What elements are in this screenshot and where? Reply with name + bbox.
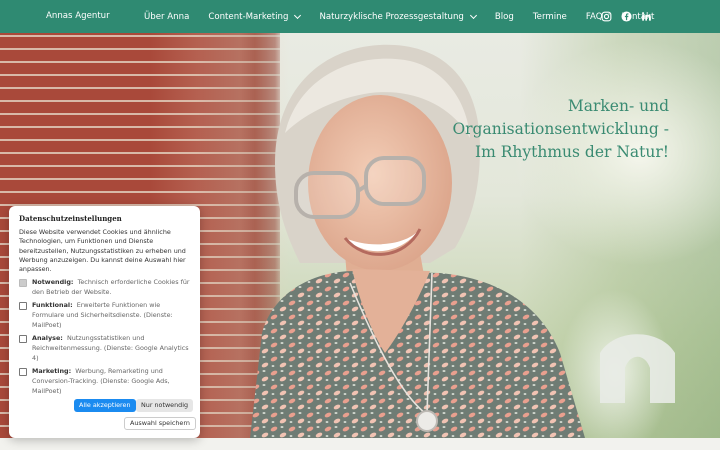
nav-item-blog[interactable]: Blog [495, 12, 514, 22]
save-selection-button[interactable]: Auswahl speichern [124, 417, 196, 430]
brand-link[interactable]: Annas Agentur [46, 0, 110, 33]
option-label: Notwendig: [32, 278, 74, 287]
chevron-down-icon [469, 11, 477, 19]
top-navigation: Annas Agentur Über Anna Content-Marketin… [0, 0, 720, 33]
only-necessary-button[interactable]: Nur notwendig [136, 399, 194, 412]
cookie-option-functional: Funktional: Erweiterte Funktionen wie Fo… [19, 300, 191, 330]
nav-item-label: Blog [494, 11, 514, 22]
hero-headline-line: Marken- und [567, 97, 669, 115]
cookie-dialog-intro: Diese Website verwendet Cookies und ähnl… [19, 228, 186, 274]
hero-headline-line: Im Rhythmus der Natur! [474, 143, 669, 161]
cookie-option-necessary: Notwendig: Technisch erforderliche Cooki… [19, 277, 191, 297]
instagram-icon[interactable] [601, 11, 612, 22]
chevron-down-icon [294, 11, 302, 19]
cookie-dialog-title: Datenschutzeinstellungen [19, 214, 122, 223]
accept-all-button[interactable]: Alle akzeptieren [74, 399, 136, 412]
facebook-icon[interactable] [621, 11, 632, 22]
option-label: Marketing: [32, 367, 72, 376]
nav-item-label: Naturzyklische Prozessgestaltung [319, 11, 464, 22]
hero-headline-line: Organisationsentwicklung - [452, 120, 669, 138]
hero-headline: Marken- und Organisationsentwicklung - I… [452, 95, 669, 164]
cookie-option-marketing: Marketing: Werbung, Remarketing und Conv… [19, 366, 191, 396]
nav-item-label: FAQ [585, 11, 603, 22]
nav-item-label: Über Anna [144, 11, 190, 22]
cookie-option-analytics: Analyse: Nutzungsstatistiken und Reichwe… [19, 333, 191, 363]
social-links [601, 0, 652, 33]
page-bottom-strip [0, 438, 720, 450]
nav-item-label: Termine [532, 11, 567, 22]
nav-item-label: Content-Marketing [208, 11, 289, 22]
functional-checkbox[interactable] [19, 302, 27, 311]
main-menu: Über Anna Content-Marketing Naturzyklisc… [144, 0, 673, 33]
marketing-checkbox[interactable] [19, 368, 27, 377]
nav-item-ueber-anna[interactable]: Über Anna [144, 12, 189, 22]
nav-item-faq[interactable]: FAQ [586, 12, 603, 22]
cookie-consent-dialog: Datenschutzeinstellungen Diese Website v… [9, 206, 200, 438]
option-label: Funktional: [32, 301, 73, 310]
linkedin-icon[interactable] [641, 11, 652, 22]
necessary-checkbox [19, 279, 27, 288]
nav-item-termine[interactable]: Termine [533, 12, 567, 22]
nav-item-content-marketing[interactable]: Content-Marketing [208, 11, 302, 22]
analytics-checkbox[interactable] [19, 335, 27, 344]
cookie-dialog-actions: Alle akzeptieren Nur notwendig Auswahl s… [9, 399, 200, 435]
nav-item-prozessgestaltung[interactable]: Naturzyklische Prozessgestaltung [319, 11, 477, 22]
option-label: Analyse: [32, 334, 63, 343]
